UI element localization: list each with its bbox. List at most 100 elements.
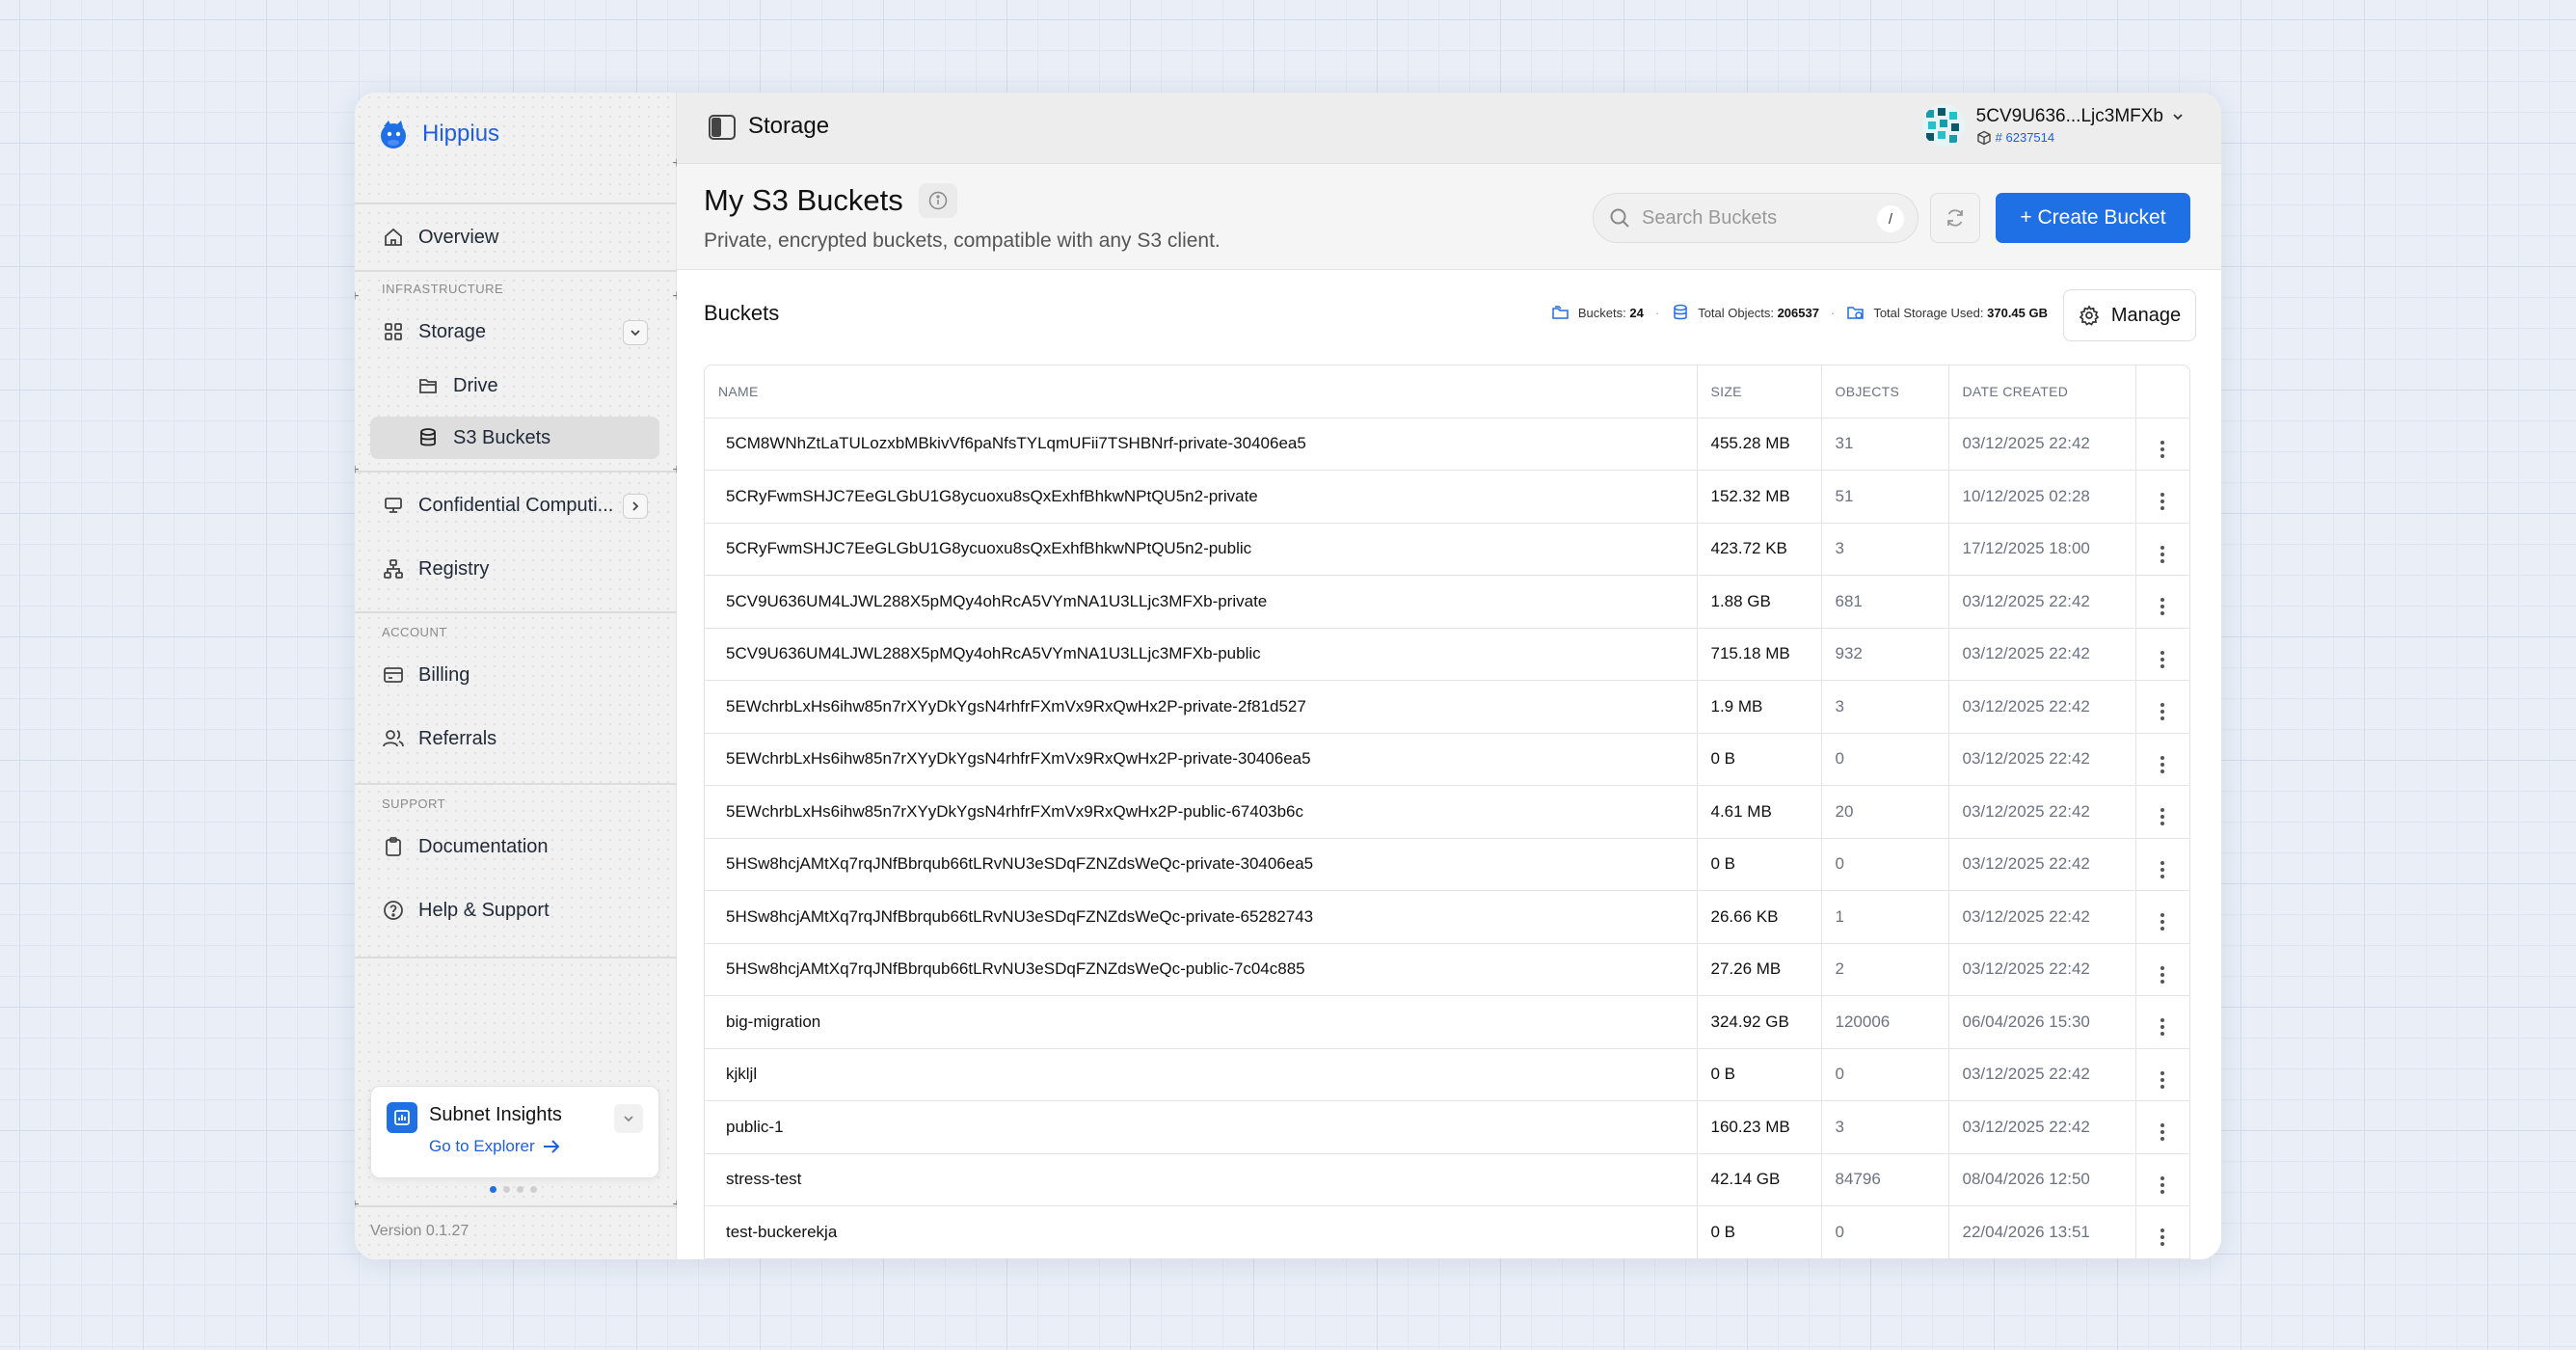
bucket-name[interactable]: public-1 bbox=[705, 1100, 1698, 1154]
carousel-dots[interactable] bbox=[490, 1186, 537, 1193]
bucket-objects: 681 bbox=[1821, 575, 1949, 629]
storage-collapse-toggle[interactable] bbox=[623, 320, 648, 345]
carousel-dot[interactable] bbox=[517, 1186, 523, 1193]
bucket-objects: 0 bbox=[1821, 1205, 1949, 1259]
more-options-icon[interactable] bbox=[2160, 1123, 2165, 1142]
table-row[interactable]: test-buckerekja 0 B 0 22/04/2026 13:51 bbox=[705, 1205, 2189, 1259]
table-row[interactable]: 5CV9U636UM4LJWL288X5pMQy4ohRcA5VYmNA1U3L… bbox=[705, 575, 2189, 629]
sidebar-item-help-support[interactable]: Help & Support bbox=[370, 889, 659, 932]
user-menu[interactable]: 5CV9U636...Ljc3MFXb # 6237514 bbox=[1921, 104, 2185, 147]
manage-button[interactable]: Manage bbox=[2063, 289, 2196, 341]
bucket-name[interactable]: test-buckerekja bbox=[705, 1205, 1698, 1259]
sidebar-divider bbox=[355, 270, 677, 272]
bucket-date-created: 03/12/2025 22:42 bbox=[1948, 1100, 2136, 1154]
app-version: Version 0.1.27 bbox=[370, 1223, 470, 1239]
insights-collapse-button[interactable] bbox=[614, 1104, 643, 1133]
section-label-support: SUPPORT bbox=[382, 796, 446, 811]
bucket-size: 0 B bbox=[1697, 1048, 1822, 1101]
hippius-logo-icon bbox=[381, 121, 406, 148]
table-row[interactable]: 5EWchrbLxHs6ihw85n7rXYyDkYgsN4rhfrFXmVx9… bbox=[705, 680, 2189, 734]
more-options-icon[interactable] bbox=[2160, 755, 2165, 773]
column-header-date-created[interactable]: DATE CREATED bbox=[1948, 365, 2136, 418]
more-options-icon[interactable] bbox=[2160, 545, 2165, 563]
sidebar-item-overview[interactable]: Overview bbox=[370, 216, 659, 258]
page-header: My S3 Buckets Private, encrypted buckets… bbox=[677, 164, 2221, 270]
bucket-name[interactable]: 5CRyFwmSHJC7EeGLGbU1G8ycuoxu8sQxExhfBhkw… bbox=[705, 470, 1698, 524]
subnet-insights-card[interactable]: Subnet Insights Go to Explorer bbox=[370, 1086, 659, 1178]
table-row[interactable]: 5CRyFwmSHJC7EeGLGbU1G8ycuoxu8sQxExhfBhkw… bbox=[705, 470, 2189, 524]
bucket-name[interactable]: big-migration bbox=[705, 995, 1698, 1049]
table-row[interactable]: public-1 160.23 MB 3 03/12/2025 22:42 bbox=[705, 1100, 2189, 1154]
table-row[interactable]: 5HSw8hcjAMtXq7rqJNfBbrqub66tLRvNU3eSDqFZ… bbox=[705, 943, 2189, 996]
bucket-name[interactable]: 5HSw8hcjAMtXq7rqJNfBbrqub66tLRvNU3eSDqFZ… bbox=[705, 838, 1698, 891]
search-field[interactable]: / bbox=[1593, 193, 1919, 243]
more-options-icon[interactable] bbox=[2160, 598, 2165, 616]
table-header-row: NAME SIZE OBJECTS DATE CREATED bbox=[705, 365, 2189, 418]
info-icon bbox=[928, 191, 947, 210]
sidebar-item-s3-buckets[interactable]: S3 Buckets bbox=[370, 417, 659, 459]
sidebar-item-referrals[interactable]: Referrals bbox=[370, 717, 659, 760]
more-options-icon[interactable] bbox=[2160, 965, 2165, 984]
column-header-size[interactable]: SIZE bbox=[1697, 365, 1822, 418]
more-options-icon[interactable] bbox=[2160, 1070, 2165, 1089]
carousel-dot[interactable] bbox=[490, 1186, 496, 1193]
bucket-name[interactable]: stress-test bbox=[705, 1153, 1698, 1206]
refresh-button[interactable] bbox=[1930, 193, 1980, 243]
table-row[interactable]: 5EWchrbLxHs6ihw85n7rXYyDkYgsN4rhfrFXmVx9… bbox=[705, 785, 2189, 839]
table-row[interactable]: stress-test 42.14 GB 84796 08/04/2026 12:50 bbox=[705, 1153, 2189, 1206]
table-row[interactable]: 5EWchrbLxHs6ihw85n7rXYyDkYgsN4rhfrFXmVx9… bbox=[705, 733, 2189, 786]
sidebar-item-billing[interactable]: Billing bbox=[370, 654, 659, 696]
bucket-date-created: 03/12/2025 22:42 bbox=[1948, 890, 2136, 944]
sidebar-item-confidential-computing[interactable]: Confidential Computi... bbox=[370, 484, 659, 526]
more-options-icon[interactable] bbox=[2160, 440, 2165, 458]
bucket-name[interactable]: kjkljl bbox=[705, 1048, 1698, 1101]
bucket-name[interactable]: 5HSw8hcjAMtXq7rqJNfBbrqub66tLRvNU3eSDqFZ… bbox=[705, 943, 1698, 996]
table-row[interactable]: 5CV9U636UM4LJWL288X5pMQy4ohRcA5VYmNA1U3L… bbox=[705, 628, 2189, 681]
confidential-computing-expand-toggle[interactable] bbox=[623, 494, 648, 519]
stat-buckets-label: Buckets: bbox=[1577, 305, 1626, 320]
more-options-icon[interactable] bbox=[2160, 913, 2165, 932]
column-header-name[interactable]: NAME bbox=[705, 365, 1698, 418]
carousel-dot[interactable] bbox=[503, 1186, 510, 1193]
carousel-dot[interactable] bbox=[530, 1186, 537, 1193]
bucket-date-created: 03/12/2025 22:42 bbox=[1948, 418, 2136, 471]
table-row[interactable]: kjkljl 0 B 0 03/12/2025 22:42 bbox=[705, 1048, 2189, 1101]
sidebar-item-storage[interactable]: Storage bbox=[370, 310, 659, 353]
go-to-explorer-link[interactable]: Go to Explorer bbox=[429, 1137, 560, 1156]
table-row[interactable]: 5CM8WNhZtLaTULozxbMBkivVf6paNfsTYLqmUFii… bbox=[705, 418, 2189, 471]
brand[interactable]: Hippius bbox=[376, 110, 499, 158]
sidebar-item-registry[interactable]: Registry bbox=[370, 548, 659, 590]
table-row[interactable]: 5CRyFwmSHJC7EeGLGbU1G8ycuoxu8sQxExhfBhkw… bbox=[705, 523, 2189, 576]
cube-icon bbox=[1976, 130, 1991, 145]
more-options-icon[interactable] bbox=[2160, 493, 2165, 511]
table-row[interactable]: 5HSw8hcjAMtXq7rqJNfBbrqub66tLRvNU3eSDqFZ… bbox=[705, 838, 2189, 891]
bucket-name[interactable]: 5CM8WNhZtLaTULozxbMBkivVf6paNfsTYLqmUFii… bbox=[705, 418, 1698, 471]
row-actions-cell bbox=[2135, 1048, 2189, 1101]
more-options-icon[interactable] bbox=[2160, 1018, 2165, 1037]
search-input[interactable] bbox=[1642, 206, 1864, 230]
bucket-name[interactable]: 5CV9U636UM4LJWL288X5pMQy4ohRcA5VYmNA1U3L… bbox=[705, 575, 1698, 629]
more-options-icon[interactable] bbox=[2160, 650, 2165, 668]
bucket-objects: 120006 bbox=[1821, 995, 1949, 1049]
bucket-name[interactable]: 5EWchrbLxHs6ihw85n7rXYyDkYgsN4rhfrFXmVx9… bbox=[705, 733, 1698, 786]
column-header-objects[interactable]: OBJECTS bbox=[1821, 365, 1949, 418]
more-options-icon[interactable] bbox=[2160, 703, 2165, 721]
more-options-icon[interactable] bbox=[2160, 860, 2165, 878]
more-options-icon[interactable] bbox=[2160, 1228, 2165, 1247]
more-options-icon[interactable] bbox=[2160, 808, 2165, 826]
create-bucket-button[interactable]: + Create Bucket bbox=[1996, 193, 2190, 243]
bucket-name[interactable]: 5EWchrbLxHs6ihw85n7rXYyDkYgsN4rhfrFXmVx9… bbox=[705, 785, 1698, 839]
bucket-name[interactable]: 5EWchrbLxHs6ihw85n7rXYyDkYgsN4rhfrFXmVx9… bbox=[705, 680, 1698, 734]
sidebar-toggle-icon[interactable] bbox=[708, 114, 737, 141]
table-row[interactable]: big-migration 324.92 GB 120006 06/04/2026 1… bbox=[705, 995, 2189, 1049]
bucket-size: 1.9 MB bbox=[1697, 680, 1822, 734]
bucket-name[interactable]: 5CV9U636UM4LJWL288X5pMQy4ohRcA5VYmNA1U3L… bbox=[705, 628, 1698, 681]
info-button[interactable] bbox=[918, 183, 957, 218]
sidebar-item-drive[interactable]: Drive bbox=[370, 364, 659, 407]
more-options-icon[interactable] bbox=[2160, 1175, 2165, 1194]
bucket-name[interactable]: 5HSw8hcjAMtXq7rqJNfBbrqub66tLRvNU3eSDqFZ… bbox=[705, 890, 1698, 944]
table-row[interactable]: 5HSw8hcjAMtXq7rqJNfBbrqub66tLRvNU3eSDqFZ… bbox=[705, 890, 2189, 944]
sidebar-item-documentation[interactable]: Documentation bbox=[370, 825, 659, 868]
bucket-name[interactable]: 5CRyFwmSHJC7EeGLGbU1G8ycuoxu8sQxExhfBhkw… bbox=[705, 523, 1698, 576]
stat-storage-label: Total Storage Used: bbox=[1873, 305, 1984, 320]
